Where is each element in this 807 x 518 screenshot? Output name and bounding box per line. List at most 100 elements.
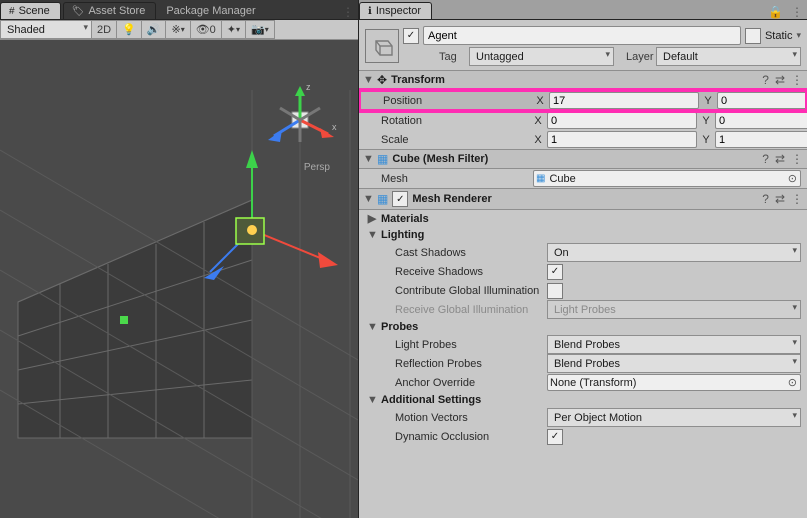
scene-toolbar: Shaded 2D 💡 🔊 ※ ▾ 👁0 ✦ ▾ 📷 ▾ [0, 20, 358, 40]
tab-inspector[interactable]: ℹ Inspector [359, 2, 432, 19]
reflection-probes-dropdown[interactable]: Blend Probes [547, 354, 801, 373]
dynamic-occlusion-label: Dynamic Occlusion [381, 431, 545, 443]
shading-mode-dropdown[interactable]: Shaded [0, 20, 92, 39]
tab-scene[interactable]: #Scene [0, 2, 61, 19]
layer-dropdown[interactable]: Default [656, 47, 801, 66]
camera-settings-icon[interactable]: 📷 ▾ [246, 20, 275, 39]
light-probes-dropdown[interactable]: Blend Probes [547, 335, 801, 354]
gameobject-enabled-checkbox[interactable] [403, 28, 419, 44]
gizmos-dropdown[interactable]: ✦ ▾ [222, 20, 246, 39]
help-icon[interactable]: ? [762, 152, 769, 166]
fold-icon[interactable]: ▼ [367, 321, 377, 333]
inspector-body: Static ▾ Tag Untagged Layer Default ▼ ✥ … [359, 20, 807, 446]
tab-scene-label: Scene [19, 5, 50, 17]
mesh-renderer-title: Mesh Renderer [412, 193, 491, 205]
scene-panel: #Scene 🏷Asset Store Package Manager ⋮ Sh… [0, 0, 359, 518]
layer-label: Layer [626, 51, 652, 63]
context-menu-icon[interactable]: ⋮ [791, 73, 803, 87]
panel-menu-button[interactable]: ⋮ [338, 5, 358, 19]
asset-store-icon: 🏷 [72, 6, 85, 17]
mesh-object-field[interactable]: ▦Cube [533, 170, 801, 187]
mesh-filter-icon: ▦ [377, 152, 388, 166]
scale-x-input[interactable] [547, 131, 697, 148]
lighting-label: Lighting [381, 229, 424, 241]
motion-vectors-label: Motion Vectors [381, 412, 545, 424]
contribute-gi-label: Contribute Global Illumination [381, 285, 545, 297]
inspector-menu-button[interactable]: ⋮ [787, 5, 807, 19]
contribute-gi-checkbox[interactable] [547, 283, 563, 299]
gameobject-icon[interactable] [365, 29, 399, 63]
preset-icon[interactable]: ⇄ [775, 152, 785, 166]
fold-icon[interactable]: ▼ [367, 229, 377, 241]
tab-package-manager[interactable]: Package Manager [158, 3, 265, 19]
context-menu-icon[interactable]: ⋮ [791, 192, 803, 206]
gameobject-name-input[interactable] [423, 26, 741, 45]
tab-asset-store[interactable]: 🏷Asset Store [63, 2, 157, 19]
preset-icon[interactable]: ⇄ [775, 192, 785, 206]
projection-label: Persp [304, 162, 330, 173]
inspector-lock-icon[interactable]: 🔒 [764, 5, 787, 19]
static-dropdown-icon[interactable]: ▾ [796, 30, 801, 41]
rotation-label: Rotation [381, 115, 531, 127]
mesh-label: Mesh [381, 173, 531, 185]
help-icon[interactable]: ? [762, 192, 769, 206]
svg-text:x: x [332, 122, 337, 132]
mesh-renderer-icon: ▦ [377, 192, 388, 206]
mesh-renderer-enabled-checkbox[interactable] [392, 191, 408, 207]
cast-shadows-label: Cast Shadows [381, 247, 545, 259]
inspector-icon: ℹ [368, 6, 372, 17]
toggle-audio-icon[interactable]: 🔊 [142, 20, 167, 39]
position-x-input[interactable] [549, 92, 699, 109]
mesh-renderer-header[interactable]: ▼ ▦ Mesh Renderer ? ⇄ ⋮ [359, 188, 807, 210]
preset-icon[interactable]: ⇄ [775, 73, 785, 87]
fold-icon[interactable]: ▼ [367, 394, 377, 406]
left-tab-strip: #Scene 🏷Asset Store Package Manager ⋮ [0, 0, 358, 20]
anchor-override-field[interactable]: None (Transform) [547, 374, 801, 391]
dynamic-occlusion-checkbox[interactable] [547, 429, 563, 445]
rotation-y-input[interactable] [715, 112, 807, 129]
toggle-fx-icon[interactable]: ※ ▾ [166, 20, 190, 39]
receive-shadows-checkbox[interactable] [547, 264, 563, 280]
position-y-input[interactable] [717, 92, 807, 109]
help-icon[interactable]: ? [762, 73, 769, 87]
anchor-override-label: Anchor Override [381, 377, 545, 389]
scale-y-input[interactable] [715, 131, 807, 148]
inspector-panel: ℹInspector 🔒 ⋮ Static ▾ [359, 0, 807, 518]
receive-gi-label: Receive Global Illumination [381, 304, 545, 316]
app-root: #Scene 🏷Asset Store Package Manager ⋮ Sh… [0, 0, 807, 518]
context-menu-icon[interactable]: ⋮ [791, 152, 803, 166]
additional-settings-label: Additional Settings [381, 394, 481, 406]
probes-label: Probes [381, 321, 418, 333]
transform-title: Transform [391, 74, 445, 86]
mesh-filter-title: Cube (Mesh Filter) [392, 153, 488, 165]
position-row-highlighted: Position X Y Z [359, 90, 807, 111]
tab-asset-store-label: Asset Store [88, 5, 145, 17]
mesh-icon: ▦ [536, 173, 545, 184]
materials-label: Materials [381, 213, 429, 225]
fold-icon[interactable]: ▼ [363, 193, 373, 205]
svg-text:z: z [306, 82, 311, 92]
receive-shadows-label: Receive Shadows [381, 266, 545, 278]
transform-header[interactable]: ▼ ✥ Transform ? ⇄ ⋮ [359, 70, 807, 90]
cast-shadows-dropdown[interactable]: On [547, 243, 801, 262]
tag-dropdown[interactable]: Untagged [469, 47, 614, 66]
viewport-svg: z x [0, 40, 358, 518]
toggle-2d[interactable]: 2D [92, 20, 117, 39]
tab-inspector-label: Inspector [376, 5, 421, 17]
static-checkbox[interactable] [745, 28, 761, 44]
tag-label: Tag [439, 51, 465, 63]
light-probes-label: Light Probes [381, 339, 545, 351]
motion-vectors-dropdown[interactable]: Per Object Motion [547, 408, 801, 427]
transform-icon: ✥ [377, 73, 387, 87]
rotation-x-input[interactable] [547, 112, 697, 129]
gameobject-header: Static ▾ Tag Untagged Layer Default [359, 22, 807, 70]
fold-icon[interactable]: ▼ [363, 153, 373, 165]
fold-icon[interactable]: ▶ [367, 212, 377, 225]
mesh-filter-header[interactable]: ▼ ▦ Cube (Mesh Filter) ? ⇄ ⋮ [359, 149, 807, 169]
toggle-lighting-icon[interactable]: 💡 [117, 20, 142, 39]
reflection-probes-label: Reflection Probes [381, 358, 545, 370]
scene-viewport[interactable]: z x Persp [0, 40, 358, 518]
toggle-visibility-icon[interactable]: 👁0 [191, 20, 222, 39]
receive-gi-dropdown: Light Probes [547, 300, 801, 319]
fold-icon[interactable]: ▼ [363, 74, 373, 86]
